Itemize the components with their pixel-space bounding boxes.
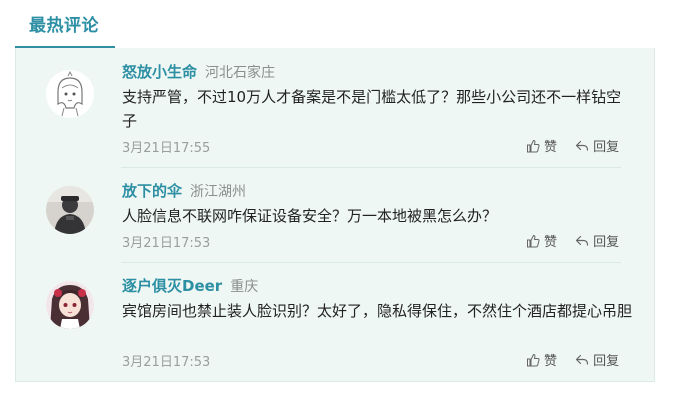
- reply-arrow-icon: [576, 354, 589, 365]
- user-location: 重庆: [230, 279, 259, 295]
- reply-button[interactable]: 回复: [575, 350, 619, 369]
- comment-time: 3月21日17:55: [122, 141, 211, 156]
- reply-label: 回复: [593, 235, 620, 250]
- avatar: [46, 70, 94, 118]
- comment-divider: [121, 262, 621, 263]
- comment-divider: [121, 167, 621, 168]
- like-button[interactable]: 赞: [526, 350, 557, 369]
- comment-time: 3月21日17:53: [122, 236, 211, 251]
- like-button[interactable]: 赞: [526, 136, 557, 155]
- tab-hot-comments[interactable]: 最热评论: [15, 0, 115, 48]
- reply-button[interactable]: 回复: [575, 136, 619, 155]
- thumbs-up-icon: [527, 139, 540, 152]
- reply-label: 回复: [593, 354, 620, 369]
- reply-arrow-icon: [576, 235, 589, 246]
- anime-girl-avatar-icon: [46, 281, 94, 329]
- user-location: 浙江湖州: [190, 184, 247, 200]
- reply-button[interactable]: 回复: [575, 231, 619, 250]
- tab-label: 最热评论: [29, 16, 99, 36]
- person-photo-avatar-icon: [46, 186, 94, 234]
- comment-actions: 赞 回复: [526, 136, 633, 157]
- tab-bar: 最热评论: [15, 0, 655, 50]
- reply-arrow-icon: [576, 140, 589, 151]
- like-label: 赞: [544, 235, 558, 250]
- comment-text: 宾馆房间也禁止装人脸识别？太好了，隐私得保住，不然住个酒店都提心吊胆: [122, 302, 633, 320]
- comment-header: 逐户俱灭Deer 重庆: [122, 275, 258, 296]
- thumbs-up-icon: [527, 234, 540, 247]
- username[interactable]: 逐户俱灭Deer: [122, 277, 222, 295]
- comment-text: 支持严管，不过10万人才备案是不是门槛太低了？那些小公司还不一样钻空子: [122, 88, 622, 130]
- comment-header: 怒放小生命 河北石家庄: [122, 61, 275, 82]
- user-location: 河北石家庄: [205, 65, 276, 81]
- username[interactable]: 放下的伞: [122, 182, 182, 200]
- comment-text: 人脸信息不联网咋保证设备安全？万一本地被黑怎么办？: [122, 207, 498, 225]
- avatar: [46, 186, 94, 234]
- comment-header: 放下的伞 浙江湖州: [122, 180, 246, 201]
- avatar: [46, 281, 94, 329]
- like-label: 赞: [544, 354, 558, 369]
- thumbs-up-icon: [527, 353, 540, 366]
- comments-panel: 怒放小生命 河北石家庄 支持严管，不过10万人才备案是不是门槛太低了？那些小公司还…: [15, 48, 655, 382]
- comment-actions: 赞 回复: [526, 231, 633, 252]
- like-button[interactable]: 赞: [526, 231, 557, 250]
- anime-sketch-avatar-icon: [46, 70, 94, 118]
- like-label: 赞: [544, 140, 558, 155]
- comment-actions: 赞 回复: [526, 350, 633, 371]
- comment-time: 3月21日17:53: [122, 355, 211, 370]
- reply-label: 回复: [593, 140, 620, 155]
- username[interactable]: 怒放小生命: [122, 63, 197, 81]
